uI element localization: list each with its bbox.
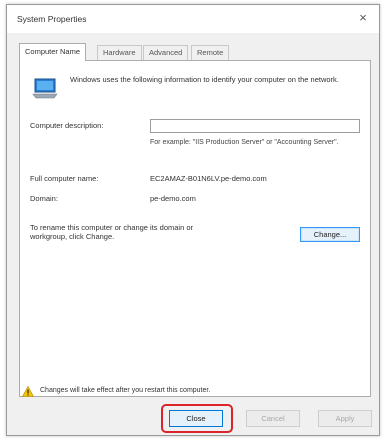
cancel-button[interactable]: Cancel (246, 410, 300, 427)
intro-text: Windows uses the following information t… (70, 75, 339, 84)
close-icon[interactable]: × (355, 9, 371, 27)
close-button-highlight (161, 404, 233, 433)
window-title: System Properties (17, 14, 87, 24)
domain-value: pe-demo.com (150, 194, 196, 203)
tab-computer-name[interactable]: Computer Name (19, 43, 87, 61)
warning-icon (22, 386, 34, 397)
computer-description-label: Computer description: (30, 121, 104, 130)
system-properties-window: System Properties × Computer Name Hardwa… (6, 4, 380, 436)
domain-label: Domain: (30, 194, 58, 203)
description-example-text: For example: "IIS Production Server" or … (150, 139, 339, 146)
computer-name-panel: Windows uses the following information t… (19, 60, 371, 397)
full-computer-name-label: Full computer name: (30, 174, 99, 183)
tab-hardware[interactable]: Hardware (97, 45, 142, 60)
computer-description-input[interactable] (150, 119, 360, 133)
restart-warning-text: Changes will take effect after you resta… (40, 387, 211, 394)
tab-advanced[interactable]: Advanced (143, 45, 189, 60)
tab-remote[interactable]: Remote (191, 45, 230, 60)
apply-button[interactable]: Apply (318, 410, 372, 427)
title-bar[interactable]: System Properties × (7, 5, 379, 33)
change-button[interactable]: Change... (300, 227, 360, 242)
rename-instructions: To rename this computer or change its do… (30, 223, 193, 241)
computer-icon (32, 78, 58, 99)
tab-strip: Computer Name Hardware Advanced Remote (19, 43, 369, 61)
full-computer-name-value: EC2AMAZ-B01N6LV.pe-demo.com (150, 174, 267, 183)
